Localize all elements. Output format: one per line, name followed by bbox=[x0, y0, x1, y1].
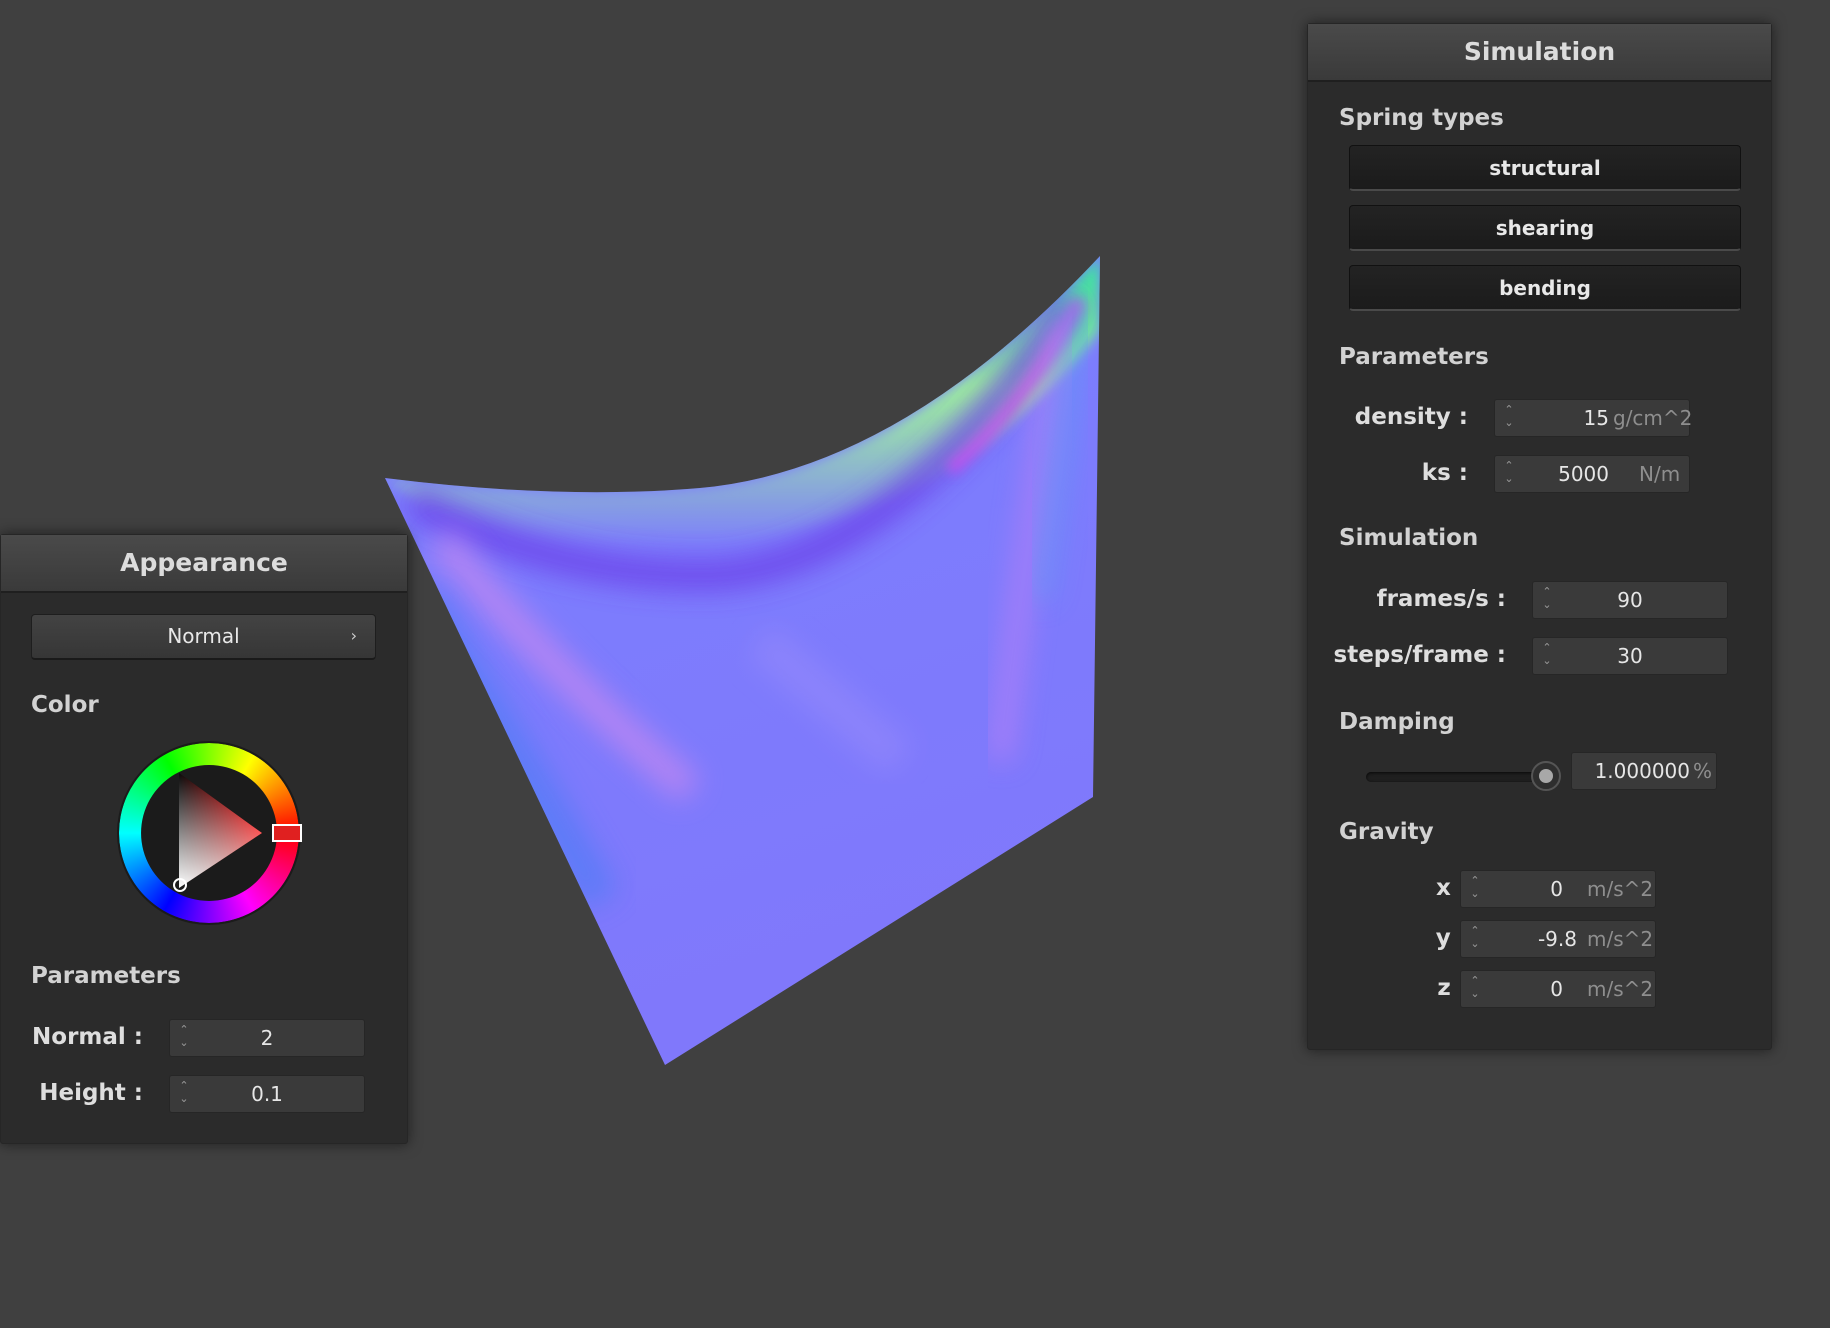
damping-unit: % bbox=[1693, 759, 1713, 783]
damping-value: 1.000000 bbox=[1594, 759, 1690, 783]
gravity-x-input[interactable]: ⌃ ⌄ 0 m/s^2 bbox=[1460, 870, 1656, 908]
gravity-x-label: x : bbox=[1435, 875, 1468, 901]
gravity-z-value: 0 bbox=[1550, 977, 1563, 1001]
density-input[interactable]: ⌃ ⌄ 15 g/cm^2 bbox=[1494, 399, 1693, 437]
appearance-panel-title[interactable]: Appearance bbox=[1, 535, 407, 593]
steps-input[interactable]: ⌃ ⌄ 30 bbox=[1532, 637, 1728, 675]
fps-input[interactable]: ⌃ ⌄ 90 bbox=[1532, 581, 1728, 619]
ks-input[interactable]: ⌃ ⌄ 5000 N/m bbox=[1494, 455, 1690, 493]
fps-label: frames/s : bbox=[1376, 586, 1506, 612]
normal-value: 2 bbox=[260, 1026, 274, 1050]
normal-label: Normal : bbox=[32, 1024, 143, 1050]
spinner-arrows-icon[interactable]: ⌃ ⌄ bbox=[1469, 874, 1481, 904]
cloth-mesh bbox=[385, 256, 1100, 1065]
simulation-panel-title[interactable]: Simulation bbox=[1308, 24, 1771, 82]
damping-slider[interactable] bbox=[1366, 761, 1562, 792]
gravity-y-input[interactable]: ⌃ ⌄ -9.8 m/s^2 bbox=[1460, 920, 1656, 958]
density-value: 15 bbox=[1583, 406, 1609, 430]
ks-unit: N/m bbox=[1639, 462, 1681, 486]
damping-input[interactable]: 1.000000 % bbox=[1571, 752, 1717, 790]
normal-input[interactable]: ⌃ ⌄ 2 bbox=[169, 1019, 365, 1057]
simulation-panel: Simulation Spring types structural shear… bbox=[1307, 23, 1772, 1050]
gravity-y-label: y : bbox=[1435, 925, 1468, 951]
damping-slider-handle[interactable] bbox=[1531, 761, 1562, 791]
appearance-parameters-label: Parameters bbox=[31, 963, 181, 989]
spinner-arrows-icon[interactable]: ⌃ ⌄ bbox=[1503, 403, 1515, 433]
ks-label: ks : bbox=[1421, 460, 1468, 486]
damping-slider-track bbox=[1366, 772, 1550, 782]
bending-button[interactable]: bending bbox=[1349, 265, 1741, 311]
simulation-parameters-label: Parameters bbox=[1339, 344, 1489, 370]
shading-mode-dropdown[interactable]: Normal › bbox=[31, 614, 376, 660]
spinner-arrows-icon[interactable]: ⌃ ⌄ bbox=[1469, 974, 1481, 1004]
gravity-y-value: -9.8 bbox=[1537, 927, 1577, 951]
color-wheel[interactable] bbox=[116, 740, 302, 926]
hue-marker bbox=[272, 824, 302, 842]
shading-mode-label: Normal bbox=[167, 624, 240, 648]
steps-value: 30 bbox=[1617, 644, 1643, 668]
color-group-label: Color bbox=[31, 692, 99, 718]
simulation-group-label: Simulation bbox=[1339, 525, 1479, 551]
fps-value: 90 bbox=[1617, 588, 1643, 612]
gravity-z-label: z : bbox=[1437, 975, 1468, 1001]
ks-value: 5000 bbox=[1558, 462, 1609, 486]
structural-button[interactable]: structural bbox=[1349, 145, 1741, 191]
height-input[interactable]: ⌃ ⌄ 0.1 bbox=[169, 1075, 365, 1113]
chevron-right-icon: › bbox=[350, 626, 357, 645]
gravity-z-unit: m/s^2 bbox=[1587, 977, 1654, 1001]
height-label: Height : bbox=[39, 1080, 143, 1106]
shearing-button[interactable]: shearing bbox=[1349, 205, 1741, 251]
damping-label: Damping bbox=[1339, 709, 1455, 735]
appearance-panel: Appearance Normal › Color Parameters Nor… bbox=[0, 534, 408, 1144]
gravity-z-input[interactable]: ⌃ ⌄ 0 m/s^2 bbox=[1460, 970, 1656, 1008]
spring-types-label: Spring types bbox=[1339, 105, 1504, 131]
density-unit: g/cm^2 bbox=[1613, 406, 1693, 430]
height-value: 0.1 bbox=[251, 1082, 283, 1106]
spinner-arrows-icon[interactable]: ⌃ ⌄ bbox=[1469, 924, 1481, 954]
steps-label: steps/frame : bbox=[1333, 642, 1506, 668]
gravity-y-unit: m/s^2 bbox=[1587, 927, 1654, 951]
gravity-label: Gravity bbox=[1339, 819, 1434, 845]
density-label: density : bbox=[1354, 404, 1468, 430]
gravity-x-unit: m/s^2 bbox=[1587, 877, 1654, 901]
spinner-arrows-icon[interactable]: ⌃ ⌄ bbox=[1503, 459, 1515, 489]
gravity-x-value: 0 bbox=[1550, 877, 1563, 901]
